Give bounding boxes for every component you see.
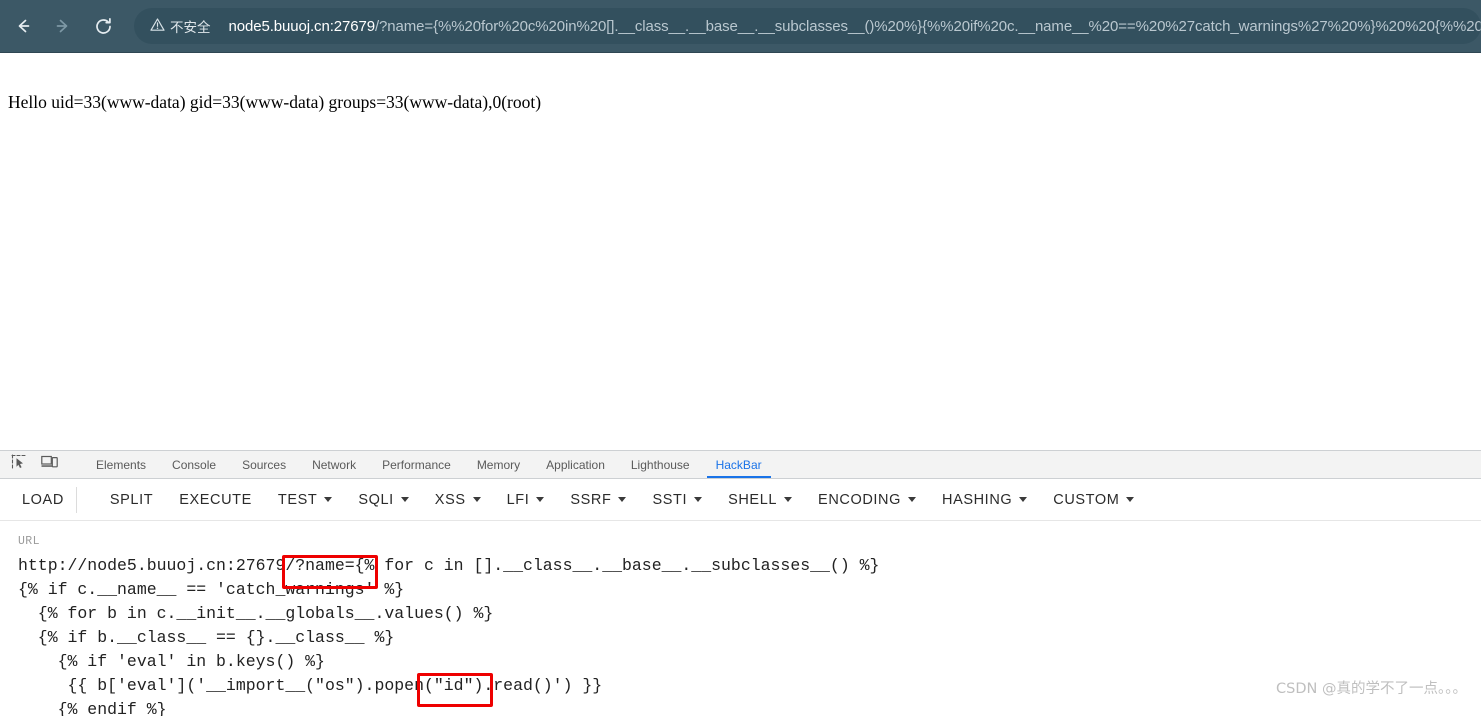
url-text: node5.buuoj.cn:27679/?name={%%20for%20c%… xyxy=(229,18,1481,35)
hackbar-load-label: LOAD xyxy=(22,491,64,508)
chevron-down-icon xyxy=(908,497,916,502)
browser-toolbar: 不安全 node5.buuoj.cn:27679/?name={%%20for%… xyxy=(0,0,1481,52)
url-field-label: URL xyxy=(18,535,40,548)
hackbar-split-button[interactable]: SPLIT xyxy=(110,488,153,512)
url-path: /?name={%%20for%20c%20in%20[].__class__.… xyxy=(374,17,1481,35)
chevron-down-icon xyxy=(324,497,333,502)
hackbar-shell-menu[interactable]: SHELL xyxy=(728,488,793,512)
back-button[interactable] xyxy=(6,9,40,43)
reload-button[interactable] xyxy=(86,9,120,43)
hackbar-xss-menu[interactable]: XSS xyxy=(435,488,481,512)
tab-lighthouse[interactable]: Lighthouse xyxy=(618,451,703,478)
hackbar-custom-label: CUSTOM xyxy=(1053,491,1120,508)
reload-icon xyxy=(93,16,114,37)
chevron-down-icon xyxy=(784,497,793,502)
chevron-down-icon xyxy=(618,497,627,502)
tab-sources-label: Sources xyxy=(242,457,287,472)
chevron-down-icon xyxy=(1019,497,1028,502)
url-input[interactable]: http://node5.buuoj.cn:27679/?name={% for… xyxy=(18,554,1481,716)
hackbar-ssrf-menu[interactable]: SSRF xyxy=(570,488,627,512)
tab-hackbar-label: HackBar xyxy=(715,457,762,472)
screenshot-root: 不安全 node5.buuoj.cn:27679/?name={%%20for%… xyxy=(0,0,1481,716)
arrow-right-icon xyxy=(53,16,73,36)
chevron-down-icon xyxy=(536,497,545,502)
tab-memory[interactable]: Memory xyxy=(464,451,533,478)
hackbar-ssrf-label: SSRF xyxy=(570,491,612,508)
hackbar-load-dropdown-button[interactable] xyxy=(75,486,98,513)
hackbar-panel: LOAD SPLIT EXECUTE TEST SQLI XSS LFI SSR… xyxy=(0,479,1481,716)
csdn-watermark: CSDN @真的学不了一点。。。 xyxy=(1276,681,1467,697)
page-viewport: Hello uid=33(www-data) gid=33(www-data) … xyxy=(0,52,1481,450)
forward-button[interactable] xyxy=(46,9,80,43)
chevron-down-icon xyxy=(472,497,481,502)
tab-network[interactable]: Network xyxy=(299,451,369,478)
tab-performance-label: Performance xyxy=(382,457,451,472)
hackbar-encoding-menu[interactable]: ENCODING xyxy=(818,488,916,512)
tab-hackbar[interactable]: HackBar xyxy=(703,451,775,478)
tab-application[interactable]: Application xyxy=(533,451,618,478)
hackbar-hashing-label: HASHING xyxy=(942,491,1013,508)
inspect-element-icon xyxy=(11,454,27,475)
chevron-down-icon xyxy=(1126,497,1135,502)
hackbar-custom-menu[interactable]: CUSTOM xyxy=(1053,488,1135,512)
hackbar-body: URL http://node5.buuoj.cn:27679/?name={%… xyxy=(0,521,1481,716)
address-bar[interactable]: 不安全 node5.buuoj.cn:27679/?name={%%20for%… xyxy=(134,8,1481,44)
hackbar-execute-label: EXECUTE xyxy=(179,491,252,508)
tab-sources[interactable]: Sources xyxy=(229,451,299,478)
device-toolbar-icon xyxy=(40,454,58,475)
hackbar-encoding-label: ENCODING xyxy=(818,491,901,508)
device-toolbar-button[interactable] xyxy=(38,454,60,476)
tab-application-label: Application xyxy=(546,457,605,472)
tab-console-label: Console xyxy=(172,457,217,472)
hackbar-hashing-menu[interactable]: HASHING xyxy=(942,488,1028,512)
url-host: node5.buuoj.cn:27679 xyxy=(228,17,376,35)
tab-performance[interactable]: Performance xyxy=(369,451,464,478)
tab-lighthouse-label: Lighthouse xyxy=(630,457,690,472)
devtools-tool-icons xyxy=(0,451,83,478)
hackbar-lfi-label: LFI xyxy=(506,491,530,508)
page-response-text: Hello uid=33(www-data) gid=33(www-data) … xyxy=(8,92,542,112)
tab-memory-label: Memory xyxy=(476,457,521,472)
hackbar-ssti-label: SSTI xyxy=(652,491,688,508)
tab-elements-label: Elements xyxy=(96,457,147,472)
tab-console[interactable]: Console xyxy=(159,451,229,478)
devtools-tabbar: Elements Console Sources Network Perform… xyxy=(0,451,1481,479)
tab-network-label: Network xyxy=(312,457,357,472)
chevron-down-icon xyxy=(694,497,703,502)
tab-elements[interactable]: Elements xyxy=(83,451,159,478)
devtools-tab-list: Elements Console Sources Network Perform… xyxy=(83,451,775,478)
hackbar-load-button[interactable]: LOAD xyxy=(22,488,64,512)
hackbar-ssti-menu[interactable]: SSTI xyxy=(652,488,703,512)
hackbar-split-label: SPLIT xyxy=(109,491,154,508)
hackbar-sqli-menu[interactable]: SQLI xyxy=(358,488,409,512)
inspect-element-button[interactable] xyxy=(8,454,30,476)
hackbar-execute-button[interactable]: EXECUTE xyxy=(179,488,252,512)
hackbar-lfi-menu[interactable]: LFI xyxy=(507,488,545,512)
devtools-panel: Elements Console Sources Network Perform… xyxy=(0,450,1481,716)
hackbar-test-menu[interactable]: TEST xyxy=(277,488,333,512)
hackbar-shell-label: SHELL xyxy=(728,491,778,508)
arrow-left-icon xyxy=(13,16,33,36)
security-status-badge[interactable]: 不安全 xyxy=(146,14,221,38)
security-status-label: 不安全 xyxy=(170,20,211,35)
warning-triangle-icon xyxy=(150,17,165,35)
hackbar-toolbar: LOAD SPLIT EXECUTE TEST SQLI XSS LFI SSR… xyxy=(0,479,1481,521)
chevron-down-icon xyxy=(400,497,409,502)
hackbar-sqli-label: SQLI xyxy=(358,491,394,508)
hackbar-test-label: TEST xyxy=(277,491,318,508)
hackbar-xss-label: XSS xyxy=(434,491,466,508)
